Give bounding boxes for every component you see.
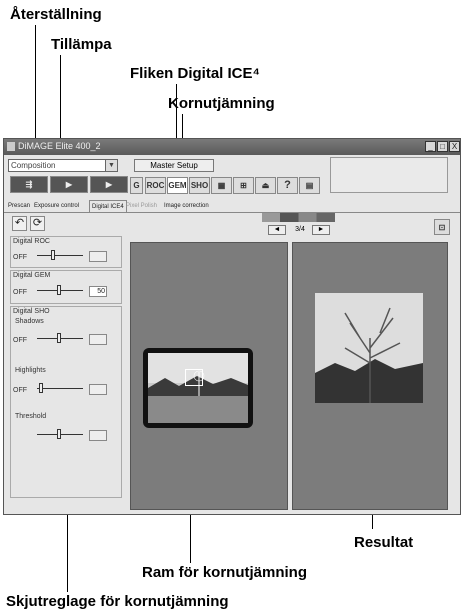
scan-index-button[interactable]: ⇶ [10, 176, 48, 193]
gem-icon: GEM [168, 181, 187, 190]
result-preview-pane[interactable] [292, 242, 448, 510]
label-result: Resultat [354, 534, 414, 551]
label-grain-slider: Skjutreglage för kornutjämning [6, 593, 229, 610]
highlights-off-label: OFF [13, 387, 27, 394]
label-grain: Kornutjämning [168, 95, 275, 112]
highlights-value[interactable] [89, 384, 107, 395]
zoom-icon: ⊡ [438, 223, 446, 232]
eject-button[interactable]: ⏏ [255, 177, 276, 194]
label-grain-frame: Ram för kornutjämning [142, 564, 308, 581]
tab-row: Prescan Exposure control Digital ICE4 Pi… [4, 200, 460, 213]
apply-button[interactable]: ⟳ [30, 216, 45, 231]
highlights-slider[interactable] [39, 383, 43, 393]
app-window: DiMAGE Elite 400_2 _ □ X Composition ▼ M… [3, 138, 461, 515]
grid-button[interactable]: ▦ [211, 177, 232, 194]
thumb-strip [262, 213, 335, 222]
shadows-slider[interactable] [57, 333, 61, 343]
prev-frame-button[interactable]: ◄ [268, 225, 286, 235]
ice-icon: G [133, 181, 140, 190]
roc-slider[interactable] [51, 250, 55, 260]
next-frame-button[interactable]: ► [312, 225, 330, 235]
reset-button[interactable]: ↶ [12, 216, 27, 231]
roc-title: Digital ROC [13, 238, 50, 245]
result-image [315, 293, 423, 403]
shadows-label: Shadows [15, 318, 44, 325]
app-icon [7, 142, 15, 151]
roc-button[interactable]: ROC [145, 177, 166, 194]
original-image [143, 348, 253, 428]
help-icon: ? [284, 179, 291, 191]
roc-off-label: OFF [13, 254, 27, 261]
threshold-label: Threshold [15, 413, 47, 420]
play-icon: ▶ [65, 180, 73, 189]
master-setup-button[interactable]: Master Setup [134, 159, 214, 172]
preferences-icon: ▤ [305, 181, 314, 190]
label-reset: Återställning [10, 6, 102, 23]
tab-digital-ice4[interactable]: Digital ICE4 [89, 200, 127, 212]
gem-button[interactable]: GEM [167, 177, 188, 194]
frame-counter: 3/4 [295, 226, 305, 233]
sho-title: Digital SHO [13, 308, 50, 315]
tab-exposure-control[interactable]: Exposure control [32, 200, 81, 212]
tab-prescan[interactable]: Prescan [6, 200, 32, 212]
label-apply: Tillämpa [51, 36, 112, 53]
roc-icon: ROC [146, 181, 165, 190]
close-button[interactable]: X [449, 141, 460, 152]
preferences-button[interactable]: ▤ [299, 177, 320, 194]
chevron-down-icon[interactable]: ▼ [105, 160, 117, 171]
grid-icon: ▦ [217, 181, 226, 190]
shadows-off-label: OFF [13, 337, 27, 344]
settings-icon: ⊞ [240, 181, 247, 190]
composition-select[interactable]: Composition ▼ [8, 159, 118, 172]
title-bar: DiMAGE Elite 400_2 _ □ X [4, 139, 460, 155]
tab-pixel-polish[interactable]: Pixel Polish [124, 200, 159, 212]
sho-icon: SHO [190, 181, 209, 190]
grain-frame[interactable] [185, 369, 203, 386]
sho-button[interactable]: SHO [189, 177, 210, 194]
window-title: DiMAGE Elite 400_2 [18, 141, 101, 151]
gem-title: Digital GEM [13, 272, 51, 279]
roc-value[interactable] [89, 251, 107, 262]
shadows-value[interactable] [89, 334, 107, 345]
original-preview-pane[interactable] [130, 242, 288, 510]
label-ice-tab: Fliken Digital ICE⁴ [130, 65, 260, 82]
threshold-slider[interactable] [57, 429, 61, 439]
composition-value: Composition [11, 161, 56, 170]
undo-icon: ↶ [14, 217, 25, 229]
settings-button[interactable]: ⊞ [233, 177, 254, 194]
frame-navigator: ◄ 3/4 ► [262, 212, 335, 235]
gem-group: Digital GEM OFF 50 [10, 270, 122, 304]
help-button[interactable]: ? [277, 177, 298, 194]
highlights-label: Highlights [15, 367, 46, 374]
eject-icon: ⏏ [261, 181, 270, 190]
apply-icon: ⟳ [32, 217, 43, 229]
roc-track [37, 255, 83, 256]
scan-index-icon: ⇶ [25, 180, 33, 189]
sho-group: Digital SHO Shadows OFF Highlights OFF T… [10, 306, 122, 498]
gem-value[interactable]: 50 [89, 286, 107, 297]
highlights-track [37, 388, 83, 389]
gem-off-label: OFF [13, 289, 27, 296]
ice-button[interactable]: G [130, 177, 143, 194]
zoom-button[interactable]: ⊡ [434, 219, 450, 235]
info-panel [330, 157, 448, 193]
threshold-value[interactable] [89, 430, 107, 441]
scan-button[interactable]: ▶ [90, 176, 128, 193]
tab-image-correction[interactable]: Image correction [162, 200, 211, 212]
minimize-button[interactable]: _ [425, 141, 436, 152]
gem-slider[interactable] [57, 285, 61, 295]
maximize-button[interactable]: □ [437, 141, 448, 152]
roc-group: Digital ROC OFF [10, 236, 122, 268]
control-panel: ↶ ⟳ Digital ROC OFF Digital GEM OFF 50 D… [10, 214, 126, 504]
prescan-button[interactable]: ▶ [50, 176, 88, 193]
scan-icon: ▶ [105, 180, 113, 189]
